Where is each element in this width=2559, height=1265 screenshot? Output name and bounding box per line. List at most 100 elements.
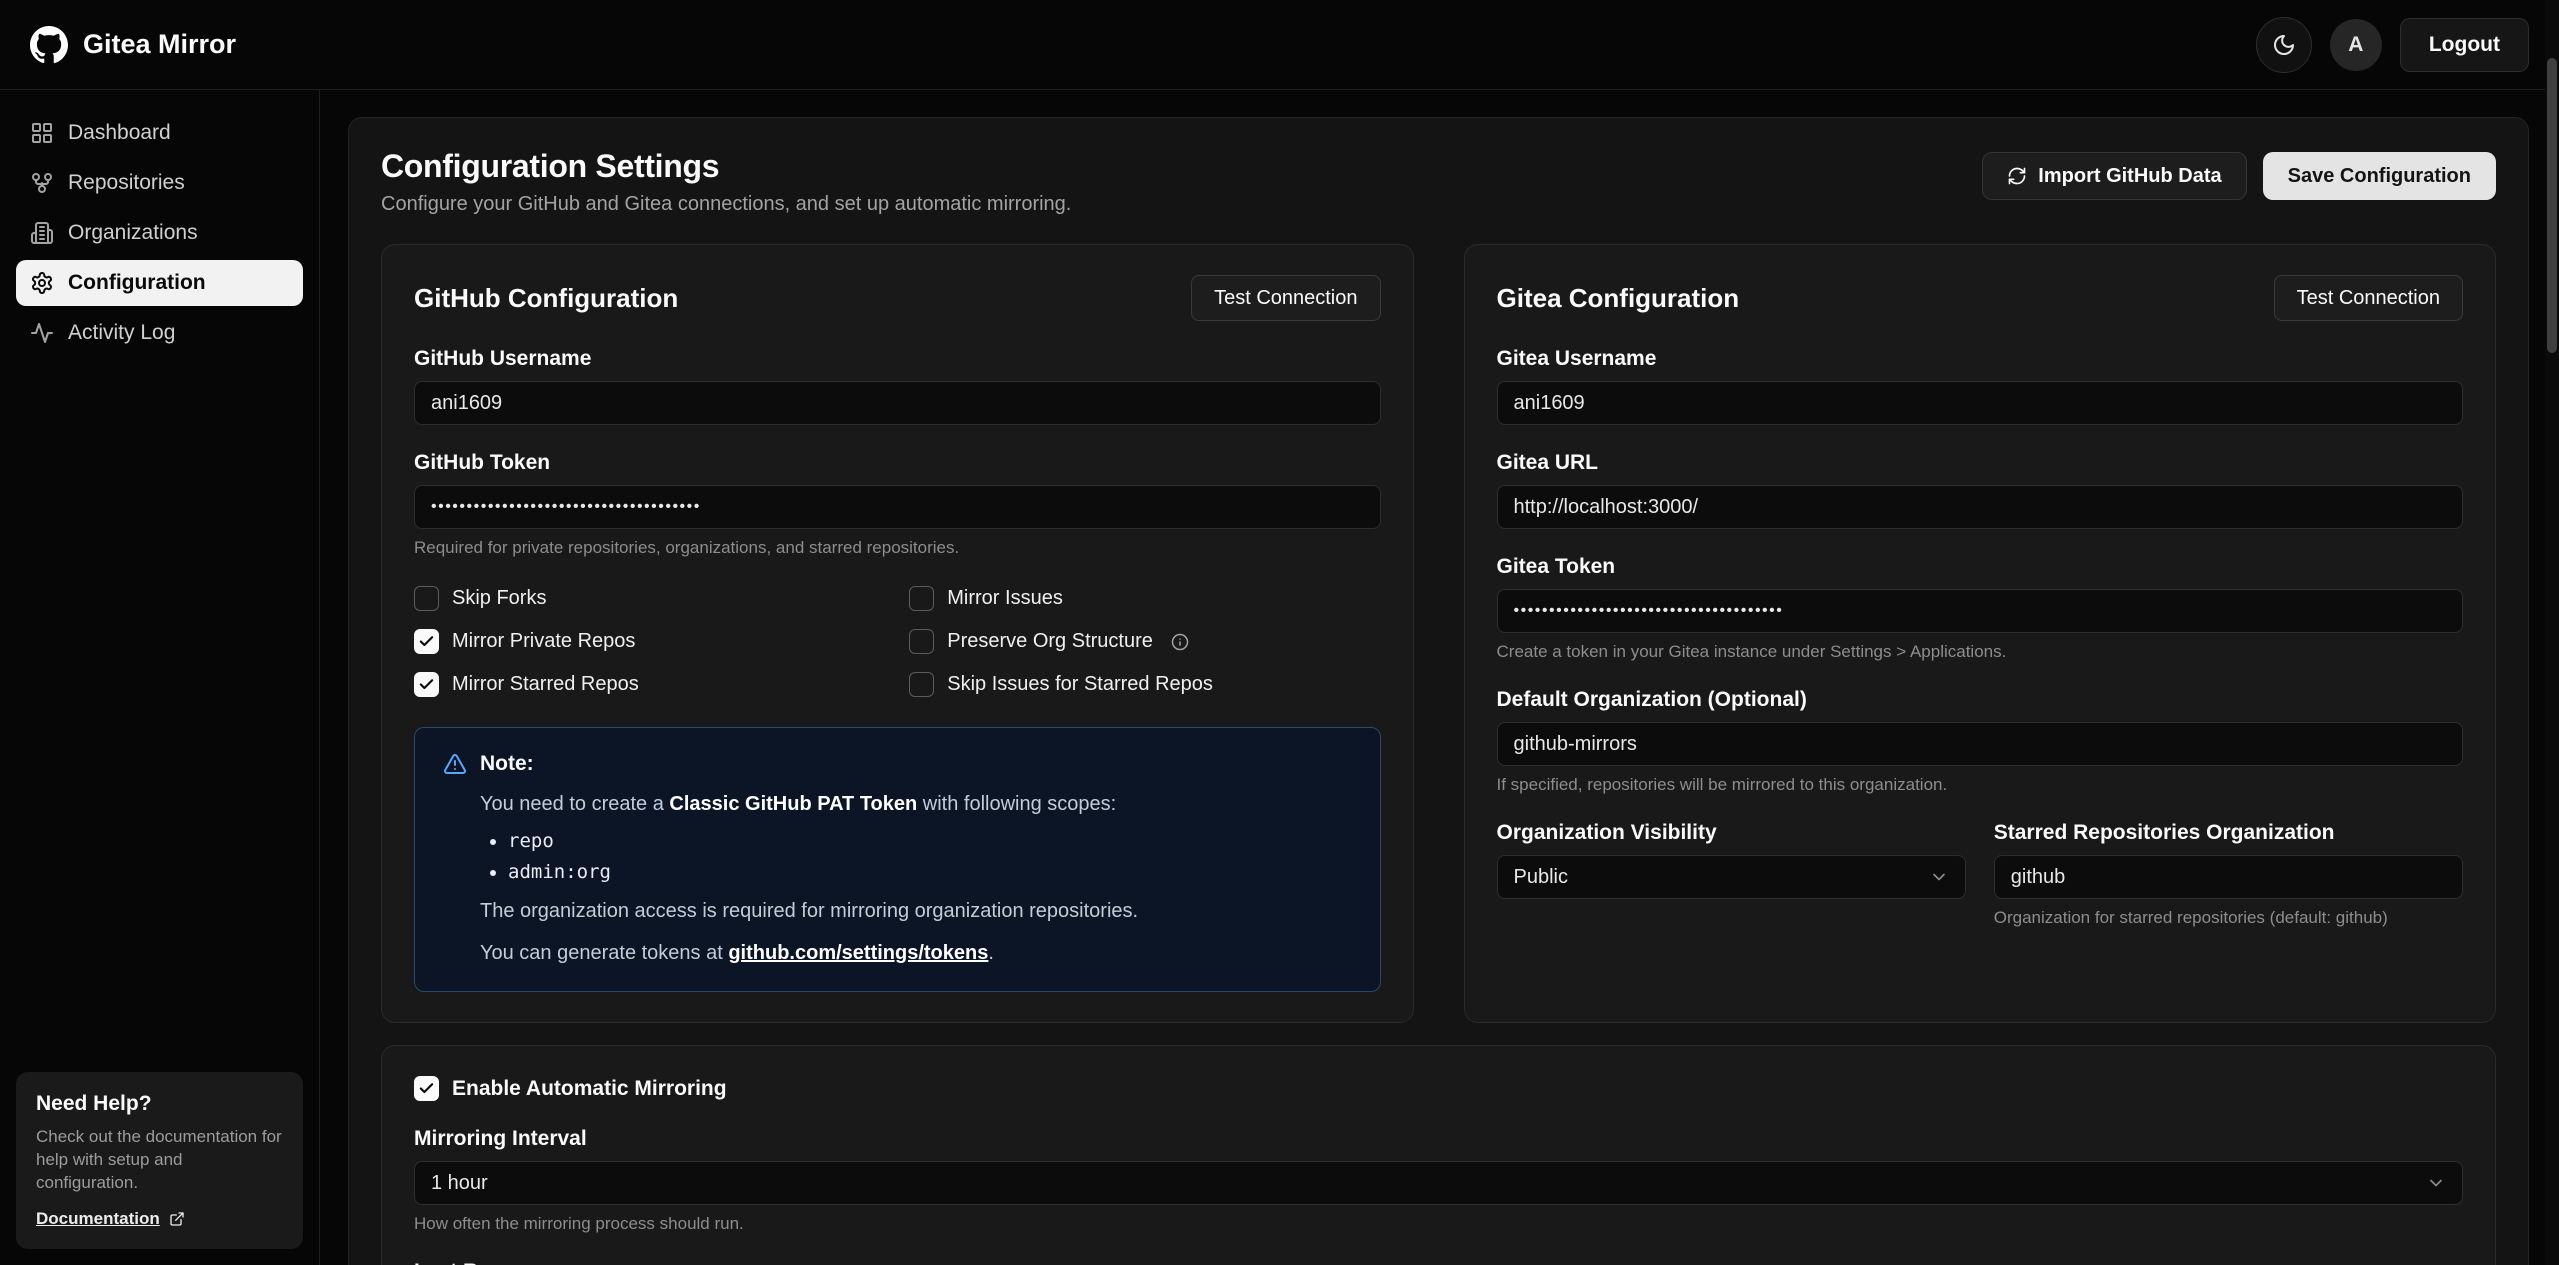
mirror-private-repos-option[interactable]: Mirror Private Repos [414, 629, 885, 654]
mirror-starred-repos-checkbox[interactable] [414, 672, 439, 697]
gitea-card-header: Gitea Configuration Test Connection [1497, 275, 2464, 321]
moon-icon [2272, 33, 2296, 57]
skip-forks-option[interactable]: Skip Forks [414, 586, 885, 611]
gitea-configuration-card: Gitea Configuration Test Connection Gite… [1464, 244, 2497, 1023]
gitea-test-connection-button[interactable]: Test Connection [2274, 275, 2463, 321]
starred-repositories-organization-helper: Organization for starred repositories (d… [1994, 908, 2463, 928]
page-subtitle: Configure your GitHub and Gitea connecti… [381, 193, 1071, 216]
sidebar-item-repositories[interactable]: Repositories [16, 160, 303, 206]
enable-automatic-mirroring-option[interactable]: Enable Automatic Mirroring [414, 1076, 2463, 1101]
external-link-icon [169, 1211, 185, 1227]
mirroring-interval-group: Mirroring Interval 1 hour How often the … [414, 1127, 2463, 1234]
scrollbar-track[interactable] [2545, 0, 2559, 1265]
last-run-label: Last Run [414, 1260, 2463, 1265]
mirror-issues-option[interactable]: Mirror Issues [909, 586, 1380, 611]
organization-visibility-select[interactable]: Public [1497, 855, 1966, 899]
user-avatar[interactable]: A [2330, 19, 2382, 71]
sidebar-item-organizations[interactable]: Organizations [16, 210, 303, 256]
sidebar-nav: Dashboard Repositories Organizations Con… [0, 90, 319, 376]
gear-icon [30, 271, 54, 295]
activity-icon [30, 321, 54, 345]
note-scopes-list: repo admin:org [508, 830, 1352, 883]
gitea-token-group: Gitea Token Create a token in your Gitea… [1497, 555, 2464, 662]
theme-toggle-button[interactable] [2256, 17, 2312, 73]
organization-visibility-group: Organization Visibility Public [1497, 821, 1966, 928]
gitea-url-input[interactable] [1497, 485, 2464, 529]
skip-forks-checkbox[interactable] [414, 586, 439, 611]
mirroring-interval-select[interactable]: 1 hour [414, 1161, 2463, 1205]
scope-item: admin:org [508, 861, 1352, 883]
scrollbar-thumb[interactable] [2547, 58, 2557, 353]
app-brand: Gitea Mirror [30, 26, 236, 64]
sidebar-item-dashboard[interactable]: Dashboard [16, 110, 303, 156]
gitea-username-label: Gitea Username [1497, 347, 2464, 371]
dashboard-icon [30, 121, 54, 145]
help-title: Need Help? [36, 1092, 283, 1116]
import-github-data-button[interactable]: Import GitHub Data [1982, 152, 2246, 200]
default-organization-input[interactable] [1497, 722, 2464, 766]
preserve-org-structure-option[interactable]: Preserve Org Structure [909, 629, 1380, 654]
sidebar-item-configuration[interactable]: Configuration [16, 260, 303, 306]
mirror-issues-checkbox[interactable] [909, 586, 934, 611]
gitea-token-label: Gitea Token [1497, 555, 2464, 579]
github-configuration-card: GitHub Configuration Test Connection Git… [381, 244, 1414, 1023]
note-org-access-text: The organization access is required for … [480, 897, 1352, 925]
gitea-token-input[interactable] [1497, 589, 2464, 633]
mirroring-interval-helper: How often the mirroring process should r… [414, 1214, 2463, 1234]
github-card-header: GitHub Configuration Test Connection [414, 275, 1381, 321]
documentation-link[interactable]: Documentation [36, 1209, 185, 1229]
enable-automatic-mirroring-checkbox[interactable] [414, 1076, 439, 1101]
chevron-down-icon [1929, 867, 1949, 887]
config-cards-grid: GitHub Configuration Test Connection Git… [381, 244, 2496, 1023]
default-organization-group: Default Organization (Optional) If speci… [1497, 688, 2464, 795]
gitea-token-helper: Create a token in your Gitea instance un… [1497, 642, 2464, 662]
default-organization-helper: If specified, repositories will be mirro… [1497, 775, 2464, 795]
scope-item: repo [508, 830, 1352, 852]
starred-repositories-organization-input[interactable] [1994, 855, 2463, 899]
organization-visibility-label: Organization Visibility [1497, 821, 1966, 845]
sidebar-item-label: Dashboard [68, 121, 171, 145]
github-settings-tokens-link[interactable]: github.com/settings/tokens [728, 942, 988, 964]
github-options-grid: Skip Forks Mirror Private Repos [414, 586, 1381, 697]
github-username-group: GitHub Username [414, 347, 1381, 425]
gitea-url-group: Gitea URL [1497, 451, 2464, 529]
git-fork-icon [30, 171, 54, 195]
info-icon[interactable] [1171, 633, 1189, 651]
automatic-mirroring-card: Enable Automatic Mirroring Mirroring Int… [381, 1045, 2496, 1265]
gitea-username-input[interactable] [1497, 381, 2464, 425]
skip-issues-starred-option[interactable]: Skip Issues for Starred Repos [909, 672, 1380, 697]
mirror-private-repos-checkbox[interactable] [414, 629, 439, 654]
configuration-panel: Configuration Settings Configure your Gi… [348, 117, 2529, 1265]
github-username-input[interactable] [414, 381, 1381, 425]
help-body: Check out the documentation for help wit… [36, 1126, 283, 1195]
gitea-username-group: Gitea Username [1497, 347, 2464, 425]
logout-button[interactable]: Logout [2400, 18, 2529, 72]
default-organization-label: Default Organization (Optional) [1497, 688, 2464, 712]
pat-token-note: Note: You need to create a Classic GitHu… [414, 727, 1381, 992]
sidebar-item-activity-log[interactable]: Activity Log [16, 310, 303, 356]
alert-triangle-icon [443, 752, 467, 776]
app-title: Gitea Mirror [83, 29, 236, 60]
last-run-group: Last Run May 17, 2025 at 12:24 AM [414, 1260, 2463, 1265]
github-test-connection-button[interactable]: Test Connection [1191, 275, 1380, 321]
panel-actions: Import GitHub Data Save Configuration [1982, 152, 2496, 200]
preserve-org-structure-checkbox[interactable] [909, 629, 934, 654]
mirror-starred-repos-option[interactable]: Mirror Starred Repos [414, 672, 885, 697]
refresh-icon [2007, 166, 2027, 186]
main-content: Configuration Settings Configure your Gi… [320, 90, 2559, 1265]
help-box: Need Help? Check out the documentation f… [16, 1072, 303, 1249]
sidebar: Dashboard Repositories Organizations Con… [0, 90, 320, 1265]
github-username-label: GitHub Username [414, 347, 1381, 371]
sidebar-item-label: Repositories [68, 171, 185, 195]
starred-repositories-organization-group: Starred Repositories Organization Organi… [1994, 821, 2463, 928]
gitea-bottom-row: Organization Visibility Public Starred R… [1497, 821, 2464, 928]
starred-repositories-organization-label: Starred Repositories Organization [1994, 821, 2463, 845]
save-configuration-button[interactable]: Save Configuration [2263, 152, 2496, 200]
github-token-input[interactable] [414, 485, 1381, 529]
skip-issues-starred-checkbox[interactable] [909, 672, 934, 697]
building-icon [30, 221, 54, 245]
panel-header: Configuration Settings Configure your Gi… [381, 148, 2496, 216]
github-card-title: GitHub Configuration [414, 283, 678, 314]
gitea-card-title: Gitea Configuration [1497, 283, 1740, 314]
layout-row: Dashboard Repositories Organizations Con… [0, 90, 2559, 1265]
